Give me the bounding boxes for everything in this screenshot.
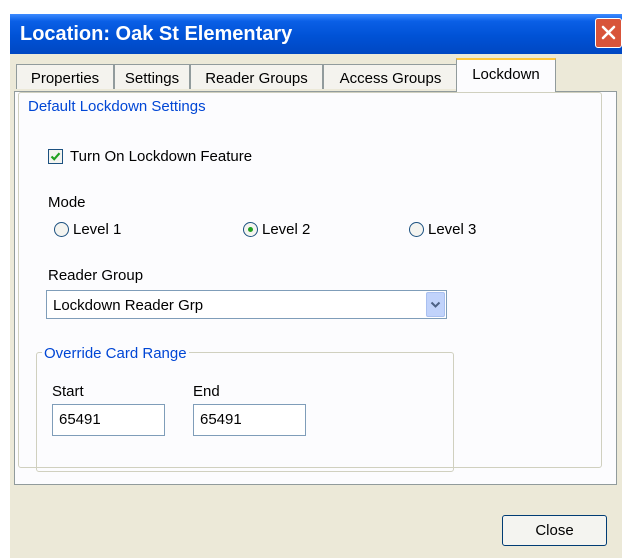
- tab-properties[interactable]: Properties: [16, 64, 114, 89]
- start-input[interactable]: 65491: [52, 404, 165, 436]
- override-card-range-title: Override Card Range: [42, 345, 189, 362]
- chevron-down-icon: [430, 301, 441, 308]
- tab-reader-groups[interactable]: Reader Groups: [190, 64, 323, 89]
- mode-level-1-label: Level 1: [73, 221, 122, 238]
- tab-access-groups[interactable]: Access Groups: [323, 64, 458, 89]
- mode-level-3-label: Level 3: [428, 221, 477, 238]
- check-icon: [50, 152, 61, 161]
- reader-group-dropdown-button[interactable]: [426, 292, 445, 317]
- close-button[interactable]: Close: [502, 515, 607, 546]
- tab-settings[interactable]: Settings: [114, 64, 190, 89]
- default-lockdown-settings-title: Default Lockdown Settings: [26, 98, 208, 115]
- lockdown-feature-label: Turn On Lockdown Feature: [70, 148, 253, 165]
- reader-group-select[interactable]: Lockdown Reader Grp: [46, 290, 447, 319]
- start-label: Start: [52, 383, 84, 400]
- reader-group-value: Lockdown Reader Grp: [53, 297, 204, 314]
- close-icon: [601, 25, 616, 40]
- mode-level-2-label: Level 2: [262, 221, 311, 238]
- lockdown-feature-checkbox[interactable]: [48, 149, 63, 164]
- reader-group-label: Reader Group: [48, 267, 144, 284]
- end-input[interactable]: 65491: [193, 404, 306, 436]
- mode-label: Mode: [48, 194, 86, 211]
- mode-level-2-radio[interactable]: [243, 222, 258, 237]
- title-bar[interactable]: Location: Oak St Elementary: [10, 14, 622, 54]
- tab-strip: Properties Settings Reader Groups Access…: [10, 58, 622, 92]
- window-title: Location: Oak St Elementary: [20, 23, 293, 45]
- mode-level-1-radio[interactable]: [54, 222, 69, 237]
- radio-selected-dot: [248, 227, 253, 232]
- mode-level-3-radio[interactable]: [409, 222, 424, 237]
- tab-lockdown[interactable]: Lockdown: [456, 58, 556, 92]
- window-close-button[interactable]: [595, 18, 622, 48]
- end-label: End: [193, 383, 220, 400]
